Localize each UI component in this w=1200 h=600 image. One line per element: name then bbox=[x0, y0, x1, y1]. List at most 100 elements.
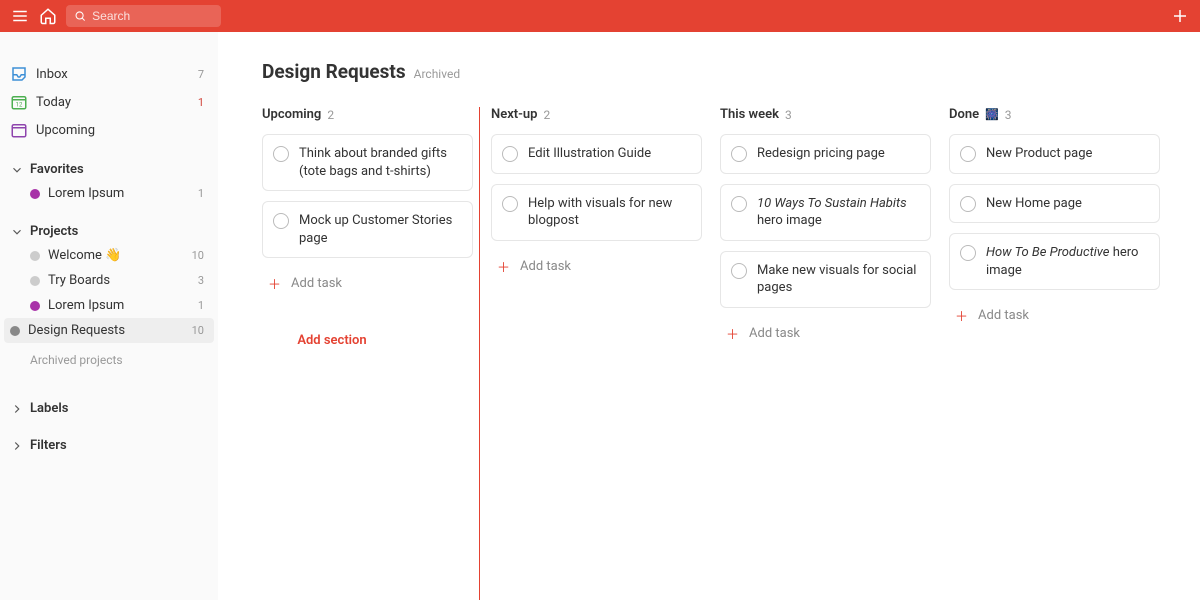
board-column: Done 🎆 3 New Product page New Home page … bbox=[949, 107, 1178, 348]
column-count: 3 bbox=[1005, 108, 1012, 122]
project-count: 10 bbox=[192, 249, 204, 262]
add-task-button[interactable]: ＋ Add task bbox=[491, 251, 702, 276]
project-color-dot bbox=[30, 251, 40, 261]
plus-icon: ＋ bbox=[268, 274, 281, 293]
task-card[interactable]: 10 Ways To Sustain Habits hero image bbox=[720, 184, 931, 241]
task-card[interactable]: New Product page bbox=[949, 134, 1160, 174]
task-checkbox[interactable] bbox=[731, 263, 747, 279]
search-box[interactable] bbox=[66, 5, 221, 27]
add-task-button[interactable]: ＋ Add task bbox=[262, 268, 473, 293]
project-label: Try Boards bbox=[48, 273, 110, 288]
project-color-dot bbox=[30, 276, 40, 286]
projects-header[interactable]: Projects bbox=[0, 206, 218, 243]
today-label: Today bbox=[36, 95, 71, 110]
task-text: Help with visuals for new blogpost bbox=[528, 195, 689, 230]
add-section-button[interactable]: Add section bbox=[218, 333, 450, 348]
upcoming-label: Upcoming bbox=[36, 123, 95, 138]
task-checkbox[interactable] bbox=[273, 213, 289, 229]
project-count: 1 bbox=[198, 299, 204, 312]
task-card[interactable]: Help with visuals for new blogpost bbox=[491, 184, 702, 241]
menu-icon[interactable] bbox=[10, 6, 30, 26]
home-icon[interactable] bbox=[38, 6, 58, 26]
task-checkbox[interactable] bbox=[731, 196, 747, 212]
project-count: 10 bbox=[192, 324, 204, 337]
calendar-today-icon: 12 bbox=[10, 93, 28, 111]
project-color-dot bbox=[10, 326, 20, 336]
board-column: Upcoming 2 Think about branded gifts (to… bbox=[262, 107, 491, 348]
task-card[interactable]: New Home page bbox=[949, 184, 1160, 224]
search-icon bbox=[74, 9, 86, 23]
chevron-down-icon bbox=[10, 225, 24, 239]
sidebar-inbox[interactable]: Inbox 7 bbox=[0, 60, 218, 88]
column-title: Done bbox=[949, 107, 979, 122]
sidebar-today[interactable]: 12 Today 1 bbox=[0, 88, 218, 116]
task-card[interactable]: Mock up Customer Stories page bbox=[262, 201, 473, 258]
task-checkbox[interactable] bbox=[960, 196, 976, 212]
task-text: How To Be Productive hero image bbox=[986, 244, 1147, 279]
task-text: Think about branded gifts (tote bags and… bbox=[299, 145, 460, 180]
sidebar-project-item[interactable]: Lorem Ipsum 1 bbox=[0, 293, 218, 318]
done-emoji: 🎆 bbox=[985, 108, 999, 121]
board-column: Next-up 2 Edit Illustration Guide Help w… bbox=[491, 107, 720, 348]
archived-projects-link[interactable]: Archived projects bbox=[0, 343, 218, 373]
inbox-count: 7 bbox=[198, 68, 204, 81]
project-color-dot bbox=[30, 189, 40, 199]
sidebar-upcoming[interactable]: Upcoming bbox=[0, 116, 218, 144]
task-card[interactable]: How To Be Productive hero image bbox=[949, 233, 1160, 290]
favorite-label: Lorem Ipsum bbox=[48, 186, 124, 201]
task-checkbox[interactable] bbox=[731, 146, 747, 162]
plus-icon: ＋ bbox=[497, 257, 510, 276]
add-task-label: Add task bbox=[978, 308, 1029, 323]
task-text: Redesign pricing page bbox=[757, 145, 885, 163]
task-card[interactable]: Make new visuals for social pages bbox=[720, 251, 931, 308]
project-label: Welcome 👋 bbox=[48, 248, 121, 263]
column-count: 2 bbox=[327, 108, 334, 122]
add-task-button[interactable]: ＋ Add task bbox=[720, 318, 931, 343]
calendar-upcoming-icon bbox=[10, 121, 28, 139]
sidebar-favorite-item[interactable]: Lorem Ipsum 1 bbox=[0, 181, 218, 206]
sidebar-project-item[interactable]: Welcome 👋 10 bbox=[0, 243, 218, 268]
task-checkbox[interactable] bbox=[502, 146, 518, 162]
task-card[interactable]: Think about branded gifts (tote bags and… bbox=[262, 134, 473, 191]
project-label: Design Requests bbox=[28, 323, 125, 338]
chevron-right-icon bbox=[10, 402, 24, 416]
favorites-header[interactable]: Favorites bbox=[0, 144, 218, 181]
task-card[interactable]: Redesign pricing page bbox=[720, 134, 931, 174]
task-text: Mock up Customer Stories page bbox=[299, 212, 460, 247]
search-input[interactable] bbox=[92, 9, 213, 23]
project-label: Lorem Ipsum bbox=[48, 298, 124, 313]
add-task-label: Add task bbox=[749, 326, 800, 341]
task-text: New Product page bbox=[986, 145, 1092, 163]
task-text: Edit Illustration Guide bbox=[528, 145, 651, 163]
task-checkbox[interactable] bbox=[960, 245, 976, 261]
board: Upcoming 2 Think about branded gifts (to… bbox=[262, 107, 1178, 348]
sidebar-project-item[interactable]: Try Boards 3 bbox=[0, 268, 218, 293]
sidebar-project-item-selected[interactable]: Design Requests 10 bbox=[4, 318, 214, 343]
inbox-icon bbox=[10, 65, 28, 83]
column-title: Next-up bbox=[491, 107, 537, 122]
page-title: Design Requests bbox=[262, 60, 406, 83]
favorite-count: 1 bbox=[198, 187, 204, 200]
task-checkbox[interactable] bbox=[273, 146, 289, 162]
inbox-label: Inbox bbox=[36, 67, 68, 82]
add-task-label: Add task bbox=[520, 259, 571, 274]
task-checkbox[interactable] bbox=[960, 146, 976, 162]
main-content: Design Requests Archived Upcoming 2 Thin… bbox=[218, 32, 1200, 600]
column-title: Upcoming bbox=[262, 107, 321, 122]
add-icon[interactable] bbox=[1170, 6, 1190, 26]
project-color-dot bbox=[30, 301, 40, 311]
project-count: 3 bbox=[198, 274, 204, 287]
sidebar: Inbox 7 12 Today 1 Upcoming Favorites Lo… bbox=[0, 32, 218, 600]
labels-header[interactable]: Labels bbox=[0, 373, 218, 420]
column-count: 3 bbox=[785, 108, 792, 122]
topbar bbox=[0, 0, 1200, 32]
task-text: 10 Ways To Sustain Habits hero image bbox=[757, 195, 918, 230]
chevron-right-icon bbox=[10, 439, 24, 453]
task-text: New Home page bbox=[986, 195, 1082, 213]
add-task-button[interactable]: ＋ Add task bbox=[949, 300, 1160, 325]
task-card[interactable]: Edit Illustration Guide bbox=[491, 134, 702, 174]
task-checkbox[interactable] bbox=[502, 196, 518, 212]
column-divider bbox=[479, 107, 480, 600]
add-task-label: Add task bbox=[291, 276, 342, 291]
filters-header[interactable]: Filters bbox=[0, 420, 218, 457]
